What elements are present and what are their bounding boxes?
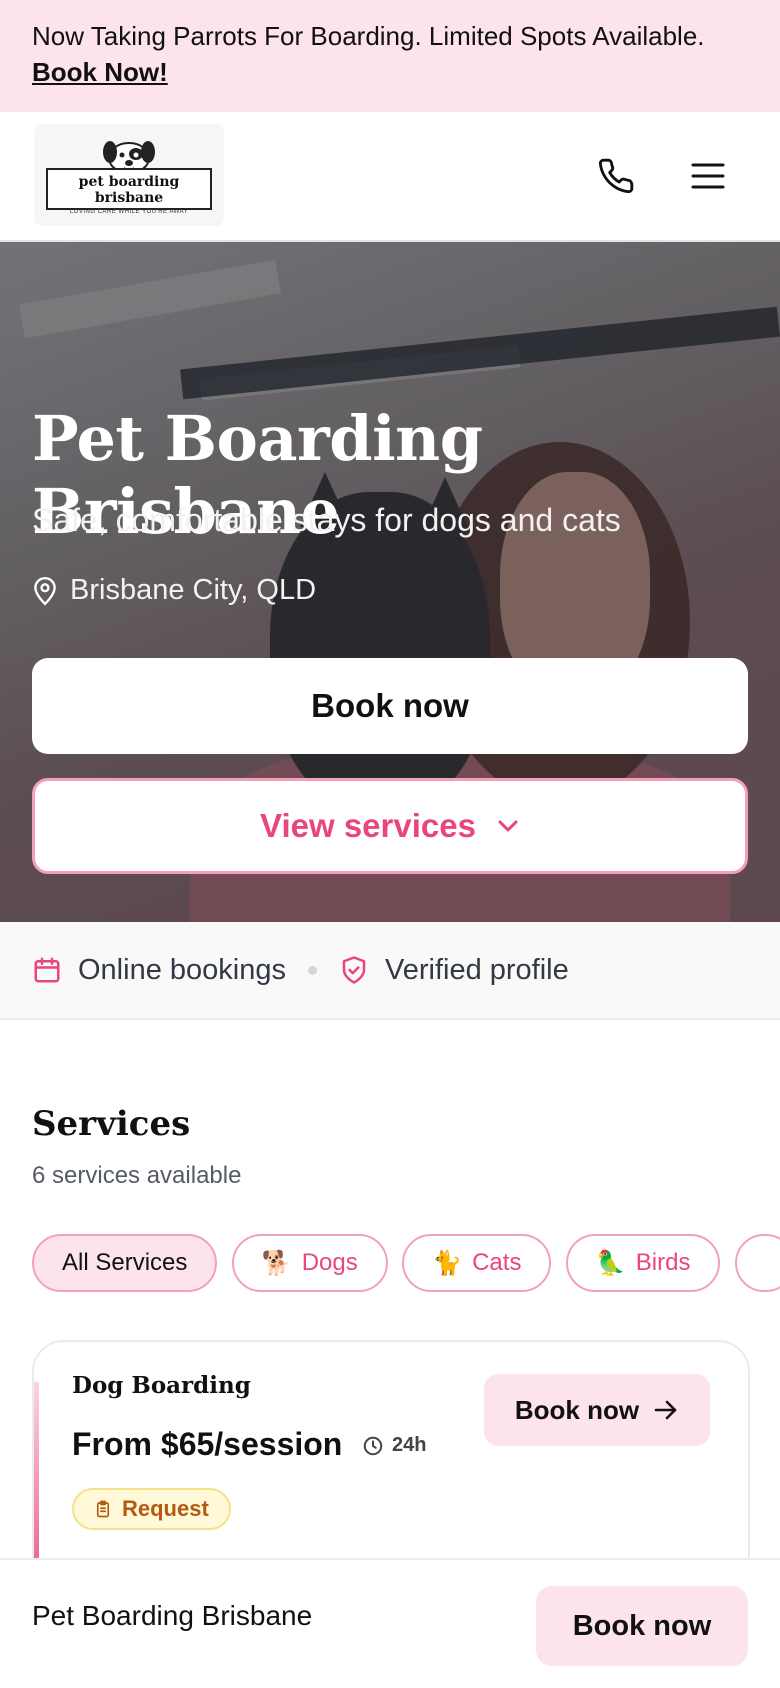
trust-bar: Online bookings Verified profile bbox=[0, 922, 780, 1020]
chevron-down-icon bbox=[498, 820, 518, 832]
view-services-button[interactable]: View services bbox=[32, 778, 748, 874]
logo-tagline: LOVING CARE WHILE YOU'RE AWAY bbox=[69, 209, 189, 215]
hero-location: Brisbane City, QLD bbox=[32, 574, 316, 607]
trust-label: Online bookings bbox=[78, 953, 286, 986]
announcement-bar: Now Taking Parrots For Boarding. Limited… bbox=[0, 0, 780, 112]
duration-text: 24h bbox=[392, 1434, 427, 1456]
logo-plate: pet boarding brisbane LOVING CARE WHILE … bbox=[46, 168, 212, 215]
chip-label: All Services bbox=[62, 1249, 188, 1276]
chip-label: Cats bbox=[472, 1249, 522, 1276]
footer-book-now-button[interactable]: Book now bbox=[536, 1586, 748, 1666]
badge-text: Request bbox=[122, 1496, 209, 1521]
filter-chip-cats[interactable]: 🐈 Cats bbox=[402, 1234, 552, 1292]
calendar-icon bbox=[34, 957, 60, 983]
trust-item-online-bookings: Online bookings bbox=[32, 954, 286, 987]
phone-icon[interactable] bbox=[594, 154, 638, 198]
footer-business-name: Pet Boarding Brisbane bbox=[32, 1600, 313, 1631]
chip-label: Dogs bbox=[301, 1249, 358, 1276]
service-duration: 24h bbox=[362, 1434, 426, 1457]
hero-subtitle: Safe, comfortable stays for dogs and cat… bbox=[32, 502, 621, 538]
clipboard-icon bbox=[96, 1500, 110, 1518]
hero-section: Pet Boarding Brisbane Safe, comfortable … bbox=[0, 242, 780, 922]
announcement-book-link[interactable]: Book Now! bbox=[32, 57, 168, 87]
service-name: Dog Boarding bbox=[72, 1372, 251, 1399]
menu-icon[interactable] bbox=[686, 154, 730, 198]
hero-location-text: Brisbane City, QLD bbox=[70, 574, 317, 606]
sticky-footer: Pet Boarding Brisbane Book now bbox=[0, 1558, 780, 1688]
services-count: 6 services available bbox=[32, 1162, 242, 1189]
parrot-emoji-icon: 🦜 bbox=[595, 1249, 626, 1277]
filter-chip-birds[interactable]: 🦜 Birds bbox=[565, 1234, 721, 1292]
map-pin-icon bbox=[34, 576, 56, 605]
trust-item-verified-profile: Verified profile bbox=[339, 954, 569, 987]
dog-emoji-icon: 🐕 bbox=[261, 1249, 292, 1277]
filter-chip-dogs[interactable]: 🐕 Dogs bbox=[231, 1234, 388, 1292]
service-price: From $65/session bbox=[72, 1426, 343, 1462]
arrow-right-icon bbox=[654, 1400, 677, 1420]
filter-chip-all[interactable]: All Services bbox=[32, 1234, 218, 1292]
service-filter-chips: All Services 🐕 Dogs 🐈 Cats 🦜 Birds bbox=[32, 1234, 780, 1294]
site-logo[interactable]: pet boarding brisbane LOVING CARE WHILE … bbox=[34, 124, 224, 226]
chip-label: Birds bbox=[635, 1249, 691, 1276]
filter-chip-more[interactable] bbox=[734, 1234, 780, 1292]
shield-check-icon bbox=[342, 956, 366, 984]
logo-title: pet boarding brisbane bbox=[78, 174, 180, 206]
separator-dot bbox=[307, 965, 317, 975]
site-header: pet boarding brisbane LOVING CARE WHILE … bbox=[0, 112, 780, 242]
view-services-label: View services bbox=[260, 807, 476, 844]
announcement-text: Now Taking Parrots For Boarding. Limited… bbox=[32, 21, 705, 51]
request-badge: Request bbox=[72, 1488, 231, 1530]
services-heading: Services bbox=[32, 1104, 191, 1144]
card-book-label: Book now bbox=[514, 1394, 640, 1425]
hero-book-now-button[interactable]: Book now bbox=[32, 658, 748, 754]
cat-emoji-icon: 🐈 bbox=[432, 1249, 463, 1277]
card-book-now-button[interactable]: Book now bbox=[484, 1374, 710, 1446]
trust-label: Verified profile bbox=[384, 953, 569, 986]
clock-icon bbox=[363, 1436, 383, 1455]
